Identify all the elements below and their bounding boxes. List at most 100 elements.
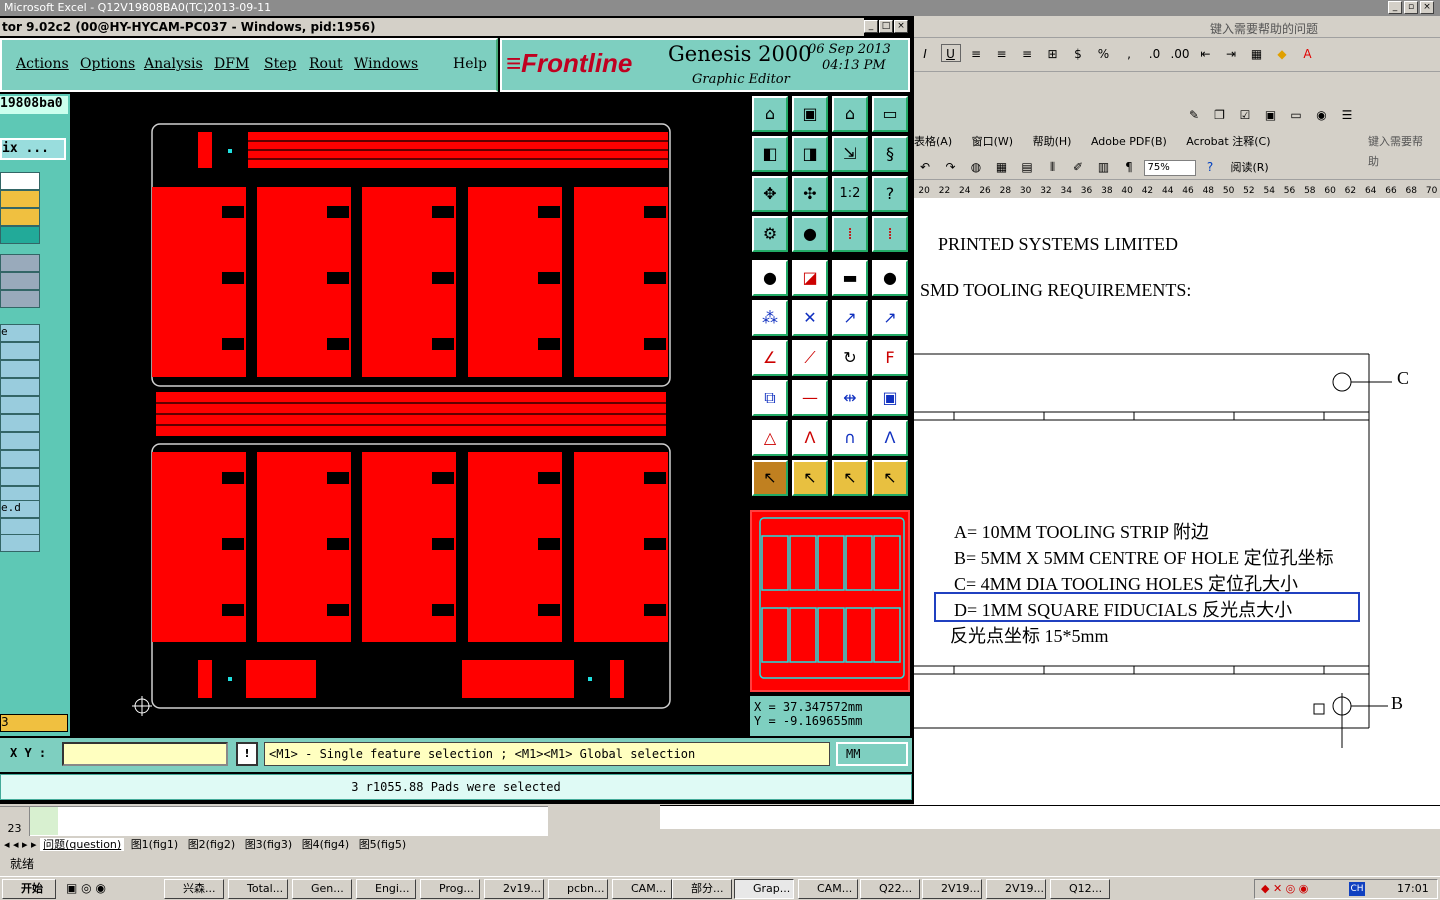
slash-icon[interactable]: ⟋ — [792, 340, 828, 376]
xy-input[interactable] — [62, 742, 228, 766]
layer-row[interactable] — [0, 172, 40, 190]
arc-icon[interactable]: ↗ — [832, 300, 868, 336]
task-button[interactable]: Gen... — [292, 879, 352, 899]
net-highlight-icon[interactable]: ⁞ — [872, 216, 908, 252]
layer-row[interactable] — [0, 432, 40, 450]
tray-icons[interactable]: ◆ ✕ ◎ ◉ — [1261, 882, 1308, 895]
window-icon[interactable]: ▭ — [872, 96, 908, 132]
ruler-icon[interactable]: ▬ — [832, 260, 868, 296]
zoom-in-icon[interactable]: ▣ — [792, 96, 828, 132]
layer-row[interactable] — [0, 450, 40, 468]
task-button[interactable]: Prog... — [420, 879, 480, 899]
layer-row-ed[interactable]: e.d — [0, 500, 40, 518]
sheet-tab-fig2[interactable]: 图2(fig2) — [185, 838, 239, 851]
units-select[interactable]: MM — [836, 742, 908, 766]
cell[interactable] — [30, 807, 58, 835]
merge-icon[interactable]: ⊞ — [1043, 45, 1063, 63]
task-button[interactable]: Total... — [228, 879, 288, 899]
menu-adobe-pdf[interactable]: Adobe PDF(B) — [1091, 135, 1167, 148]
probe-icon[interactable]: ● — [792, 216, 828, 252]
connect-icon[interactable]: ⁂ — [752, 300, 788, 336]
layer-row[interactable] — [0, 360, 40, 378]
outdent-icon[interactable]: ⇥ — [1221, 45, 1241, 63]
sheet-tab-fig5[interactable]: 图5(fig5) — [356, 838, 410, 851]
excel-insert-icon[interactable]: ▤ — [1017, 158, 1037, 176]
excel-grid[interactable]: 23 — [0, 806, 548, 837]
layer-row[interactable] — [0, 226, 40, 244]
zoom-out-icon[interactable]: ✥ — [752, 176, 788, 212]
copy-feature-icon[interactable]: ⧉ — [752, 380, 788, 416]
select-pointer-icon[interactable]: ↖ — [752, 460, 788, 496]
tent-icon[interactable]: Λ — [872, 420, 908, 456]
angle-icon[interactable]: ∠ — [752, 340, 788, 376]
currency-icon[interactable]: $ — [1068, 45, 1088, 63]
help-icon[interactable]: ? — [1200, 158, 1220, 176]
scale-icon[interactable]: 1:2 — [832, 176, 868, 212]
task-button[interactable]: 2V19... — [922, 879, 982, 899]
arch-icon[interactable]: ∩ — [832, 420, 868, 456]
menu-options[interactable]: Options — [80, 56, 135, 72]
drawing-icon[interactable]: ✐ — [1068, 158, 1088, 176]
task-button[interactable]: 2V19... — [986, 879, 1046, 899]
layer-row[interactable] — [0, 208, 40, 226]
sheet-tab-fig3[interactable]: 图3(fig3) — [242, 838, 296, 851]
snap-icon[interactable]: § — [872, 136, 908, 172]
check-icon[interactable]: ☑ — [1235, 106, 1255, 124]
zoom-home-icon[interactable]: ⌂ — [752, 96, 788, 132]
sheet-tab-fig1[interactable]: 图1(fig1) — [128, 838, 182, 851]
task-button[interactable]: pcbn... — [548, 879, 608, 899]
add-line-icon[interactable]: ◪ — [792, 260, 828, 296]
pcb-canvas[interactable] — [72, 94, 748, 736]
task-button-active[interactable]: Grap... — [734, 879, 794, 899]
menu-actions[interactable]: Actions — [16, 56, 69, 72]
vertical-scrollbar[interactable] — [548, 806, 568, 836]
task-button[interactable]: Q12... — [1050, 879, 1110, 899]
tab-nav-icon[interactable]: ◂ ◂ ▸ ▸ — [4, 838, 37, 851]
menu-help[interactable]: 帮助(H) — [1033, 135, 1072, 148]
quick-launch[interactable]: ▣ ◎ ◉ — [66, 881, 156, 897]
decrease-decimal-icon[interactable]: .00 — [1170, 45, 1190, 63]
docmap-icon[interactable]: ▥ — [1094, 158, 1114, 176]
layer-row[interactable] — [0, 396, 40, 414]
menu-window[interactable]: 窗口(W) — [972, 135, 1013, 148]
pointer-path-icon[interactable]: ↖ — [872, 460, 908, 496]
layer-row[interactable] — [0, 190, 40, 208]
minimize-button[interactable]: _ — [1388, 1, 1402, 14]
globe-icon[interactable]: ◍ — [966, 158, 986, 176]
pan-right-icon[interactable]: ◨ — [792, 136, 828, 172]
edit-icon[interactable]: ✎ — [1184, 106, 1204, 124]
close-button[interactable]: × — [1420, 1, 1434, 14]
pointer-icon[interactable]: ↖ — [792, 460, 828, 496]
genesis-close-button[interactable]: × — [894, 20, 908, 33]
task-button[interactable]: 部分... — [672, 879, 732, 899]
sheet-tab-fig4[interactable]: 图4(fig4) — [299, 838, 353, 851]
line-icon[interactable]: — — [792, 380, 828, 416]
table-icon[interactable]: ▦ — [992, 158, 1012, 176]
window-icon[interactable]: ▣ — [1261, 106, 1281, 124]
task-button[interactable]: Engi... — [356, 879, 416, 899]
zoom-select[interactable]: 75% — [1143, 160, 1196, 176]
layer-row[interactable] — [0, 468, 40, 486]
genesis-minimize-button[interactable]: _ — [864, 20, 878, 33]
ime-indicator[interactable]: CH — [1349, 882, 1365, 896]
task-button[interactable]: CAM... — [798, 879, 858, 899]
layer-row[interactable] — [0, 342, 40, 360]
peak-icon[interactable]: Λ — [792, 420, 828, 456]
layer-row[interactable] — [0, 290, 40, 308]
font-color-icon[interactable]: A — [1298, 45, 1318, 63]
home-icon[interactable]: ⌂ — [832, 96, 868, 132]
panel-minimap[interactable] — [750, 510, 910, 692]
undo-icon[interactable]: ↶ — [915, 158, 935, 176]
rotate-icon[interactable]: ↻ — [832, 340, 868, 376]
stretch-icon[interactable]: ⇹ — [832, 380, 868, 416]
menu-acrobat[interactable]: Acrobat 注释(C) — [1186, 135, 1270, 148]
percent-icon[interactable]: % — [1094, 45, 1114, 63]
zoom-fit-icon[interactable]: ✣ — [792, 176, 828, 212]
pointer-circle-icon[interactable]: ↖ — [832, 460, 868, 496]
layer-row[interactable] — [0, 414, 40, 432]
comma-icon[interactable]: , — [1119, 45, 1139, 63]
cross-icon[interactable]: ✕ — [792, 300, 828, 336]
pan-left-icon[interactable]: ◧ — [752, 136, 788, 172]
menu-table[interactable]: 表格(A) — [914, 135, 952, 148]
field-icon[interactable]: ▭ — [1286, 106, 1306, 124]
